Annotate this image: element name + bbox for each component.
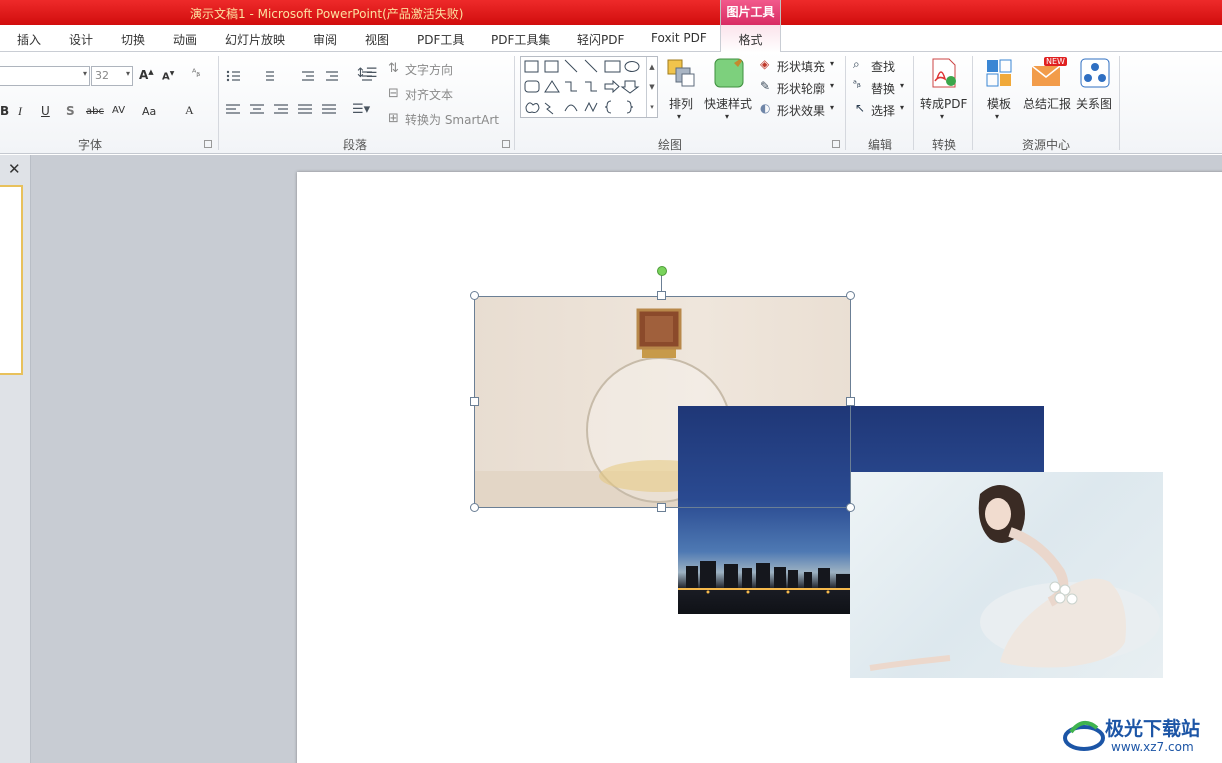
grow-font-button[interactable]: A▲ (139, 68, 154, 82)
girl-portrait-image (869, 485, 1160, 671)
editing-group-label: 编辑 (868, 138, 893, 152)
underline-button[interactable]: U (41, 104, 50, 118)
binoculars-icon: ⌕ (853, 57, 860, 71)
convert-group-label: 转换 (932, 138, 957, 152)
tab-foxit-pdf[interactable]: Foxit PDF (651, 31, 707, 45)
paragraph-dialog-launcher[interactable] (502, 140, 510, 148)
pdf-icon (932, 58, 956, 88)
replace-button[interactable]: 替换 (871, 80, 895, 97)
resize-handle-top[interactable] (657, 291, 666, 300)
text-direction-icon: ⇅ (388, 61, 399, 76)
char-spacing-button[interactable]: AV (112, 105, 125, 116)
resize-handle-bottom-left[interactable] (470, 503, 479, 512)
close-icon[interactable]: ✕ (8, 160, 21, 178)
align-buttons-icons[interactable] (226, 104, 336, 116)
shape-effects-icon: ◐ (760, 101, 771, 115)
quick-styles-button[interactable]: 快速样式 (704, 95, 752, 112)
drawing-group-label: 绘图 (658, 138, 683, 152)
tab-qingshan-pdf[interactable]: 轻闪PDF (577, 31, 624, 48)
shadow-button[interactable]: S (66, 104, 75, 118)
resize-handle-top-right[interactable] (846, 291, 855, 300)
arrange-button[interactable]: 排列 (669, 95, 693, 112)
watermark-logo-icon (1063, 720, 1105, 751)
change-case-button[interactable]: Aa (142, 105, 156, 118)
tab-design[interactable]: 设计 (69, 31, 93, 48)
tab-pdf-tools[interactable]: PDF工具 (417, 31, 464, 48)
window-title: 演示文稿1 - Microsoft PowerPoint(产品激活失败) (190, 7, 464, 21)
shrink-font-button[interactable]: A▼ (162, 70, 174, 82)
resize-handle-right[interactable] (846, 397, 855, 406)
girl-portrait-picture[interactable] (850, 472, 1163, 678)
gallery-scroll[interactable]: ▲ ▼ ▾ (646, 57, 657, 117)
tab-transitions[interactable]: 切换 (121, 31, 145, 48)
relation-chart-button[interactable]: 关系图 (1076, 95, 1112, 112)
line-spacing-icon[interactable]: ↕☰ (355, 66, 378, 81)
replace-icon: ᵃᵦ (853, 79, 861, 90)
tab-review[interactable]: 审阅 (313, 31, 337, 48)
new-badge: NEW (1044, 57, 1067, 66)
watermark-url: www.xz7.com (1111, 740, 1194, 754)
select-button[interactable]: 选择 (871, 102, 895, 119)
resize-handle-bottom-right[interactable] (846, 503, 855, 512)
paragraph-group-label: 段落 (343, 138, 368, 152)
font-size-box[interactable]: 32 ▾ (91, 66, 133, 86)
clear-format-button[interactable]: ᴬᵦ (192, 68, 200, 79)
smartart-icon: ⊞ (388, 111, 399, 126)
bold-button[interactable]: B (0, 104, 9, 118)
relation-chart-icon (1080, 58, 1110, 88)
font-name-box[interactable]: ▾ (0, 66, 90, 86)
picture-tools-context-label: 图片工具 (720, 0, 781, 25)
font-dialog-launcher[interactable] (204, 140, 212, 148)
quick-styles-icon (714, 58, 744, 88)
tab-format[interactable]: 格式 (720, 25, 781, 53)
columns-icon[interactable]: ☰▾ (352, 102, 370, 117)
ribbon: ▾ 32 ▾ A▲ A▼ ᴬᵦ B I U S abc AV Aa A 字体 ☰▾… (0, 52, 1222, 154)
tab-view[interactable]: 视图 (365, 31, 389, 48)
font-group-label: 字体 (78, 138, 103, 152)
watermark-name: 极光下载站 (1105, 718, 1201, 740)
ribbon-tab-bar: 插入 设计 切换 动画 幻灯片放映 审阅 视图 PDF工具 PDF工具集 轻闪P… (0, 25, 1222, 53)
summary-report-button[interactable]: 总结汇报 (1023, 95, 1071, 112)
align-text-icon: ⊟ (388, 86, 399, 101)
text-direction-button[interactable]: 文字方向 (405, 61, 453, 78)
tab-animations[interactable]: 动画 (173, 31, 197, 48)
template-button[interactable]: 模板 (987, 95, 1011, 112)
find-button[interactable]: 查找 (871, 58, 895, 75)
strikethrough-button[interactable]: abc (86, 106, 104, 117)
site-watermark: 极光下载站 www.xz7.com (1063, 712, 1218, 760)
tab-pdf-toolset[interactable]: PDF工具集 (491, 31, 550, 48)
align-text-button[interactable]: 对齐文本 (405, 86, 453, 103)
shapes-gallery[interactable]: ▲ ▼ ▾ (520, 56, 658, 118)
font-size-value: 32 (95, 69, 109, 82)
slide-thumbnail[interactable] (0, 185, 23, 375)
tab-slideshow[interactable]: 幻灯片放映 (225, 31, 285, 48)
tab-insert[interactable]: 插入 (17, 31, 41, 48)
resize-handle-bottom[interactable] (657, 503, 666, 512)
convert-smartart-button[interactable]: 转换为 SmartArt (405, 111, 499, 128)
shape-fill-button[interactable]: 形状填充 (777, 58, 825, 75)
title-bar: 演示文稿1 - Microsoft PowerPoint(产品激活失败) (0, 0, 1222, 25)
convert-to-pdf-button[interactable]: 转成PDF (920, 95, 967, 112)
rotation-handle[interactable] (657, 266, 667, 276)
resize-handle-left[interactable] (470, 397, 479, 406)
font-color-button[interactable]: A (185, 103, 194, 118)
shape-effects-button[interactable]: 形状效果 (777, 102, 825, 119)
shapes-gallery-icons (524, 59, 640, 115)
shape-fill-icon: ◈ (760, 57, 770, 71)
shape-outline-icon: ✎ (760, 79, 771, 93)
italic-button[interactable]: I (18, 104, 22, 119)
arrange-icon (667, 59, 695, 87)
drawing-dialog-launcher[interactable] (832, 140, 840, 148)
shape-outline-button[interactable]: 形状轮廓 (777, 80, 825, 97)
template-icon (986, 59, 1012, 87)
resize-handle-top-left[interactable] (470, 291, 479, 300)
resources-group-label: 资源中心 (1022, 138, 1071, 152)
cursor-icon: ↖ (855, 101, 866, 115)
